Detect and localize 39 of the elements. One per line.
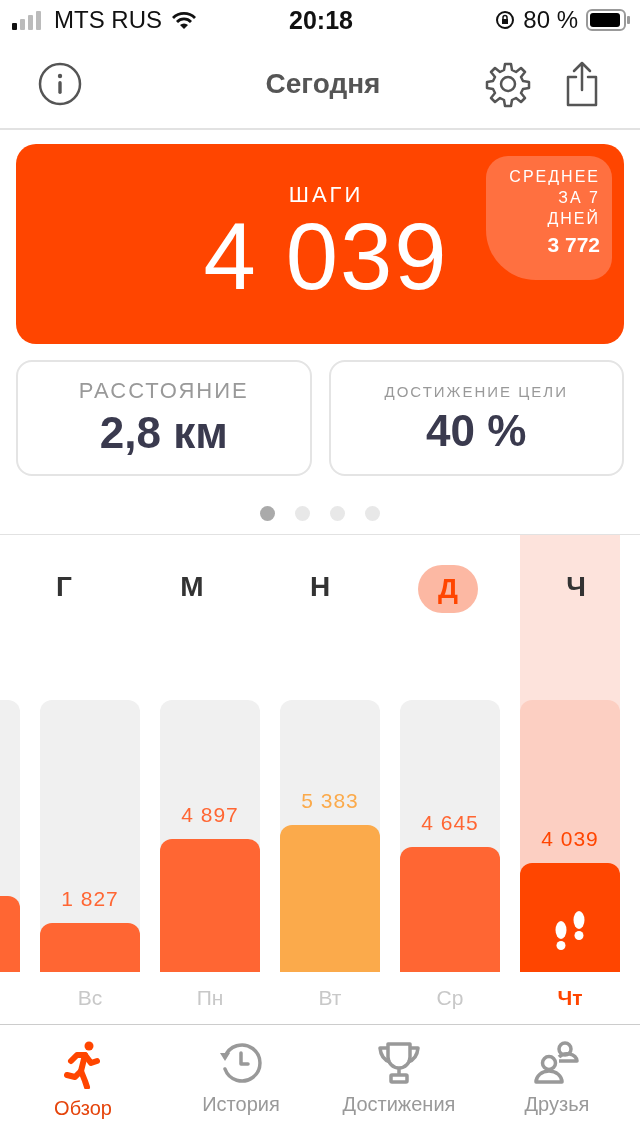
day-label: Чт (556, 985, 584, 1011)
tab-item[interactable]: История (166, 1041, 316, 1136)
tab-item[interactable]: Обзор (8, 1041, 158, 1136)
week-letter[interactable]: Ч (546, 565, 606, 609)
tab-item[interactable]: Достижения (324, 1041, 474, 1136)
steps-label: ШАГИ (288, 182, 364, 208)
average-label: СРЕДНЕЕ ЗА 7 ДНЕЙ (508, 167, 600, 229)
steps-count: 4 039 (203, 210, 449, 304)
steps-card[interactable]: ШАГИ 4 039 СРЕДНЕЕ ЗА 7 ДНЕЙ 3 772 (16, 144, 624, 344)
bar-value: 4 039 (540, 827, 600, 853)
trophy-icon (377, 1041, 421, 1085)
screen-title: Сегодня (264, 68, 382, 100)
tab-item[interactable]: Друзья (482, 1041, 632, 1136)
rotation-lock-icon (495, 10, 516, 30)
stat-value: 2,8 км (99, 408, 228, 458)
footprints-icon (553, 910, 587, 952)
bar-value: 4 897 (180, 802, 240, 828)
page-dot[interactable] (260, 506, 275, 521)
week-letter[interactable]: Д (418, 565, 478, 613)
week-letter[interactable]: Г (34, 565, 94, 609)
week-letter[interactable]: Н (290, 565, 350, 609)
runner-icon (63, 1041, 103, 1089)
bar-value: 4 645 (420, 810, 480, 836)
friends-icon (533, 1041, 581, 1085)
battery-percent: 80 % (523, 6, 578, 34)
average-value: 3 772 (547, 233, 600, 257)
stat-value: 40 % (426, 406, 527, 456)
bar-value: 1 827 (60, 887, 120, 913)
stat-label: РАССТОЯНИЕ (78, 378, 249, 404)
history-icon (219, 1041, 263, 1085)
carrier-name: MTS RUS (54, 6, 162, 34)
wifi-icon (170, 10, 198, 30)
week-letter[interactable]: М (162, 565, 222, 609)
clock-time: 20:18 (289, 5, 353, 35)
stat-label: ДОСТИЖЕНИЕ ЦЕЛИ (384, 382, 568, 402)
bar-value: 5 383 (300, 789, 360, 815)
battery-icon (586, 9, 630, 31)
info-icon[interactable] (38, 62, 82, 106)
settings-icon[interactable] (484, 60, 532, 108)
